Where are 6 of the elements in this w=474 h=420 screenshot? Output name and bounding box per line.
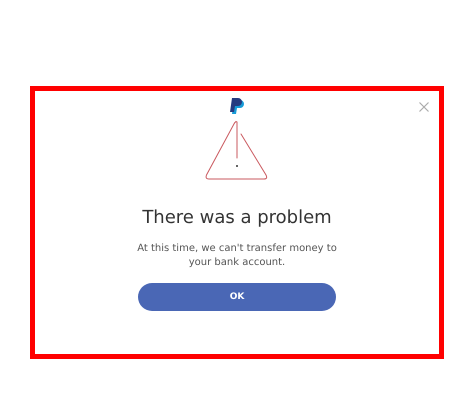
dialog-title: There was a problem — [142, 207, 332, 228]
warning-icon — [205, 120, 269, 182]
logo-icon — [229, 97, 245, 115]
dialog-message: At this time, we can't transfer money to your bank account. — [136, 242, 338, 270]
close-icon[interactable] — [419, 102, 429, 112]
ok-button[interactable]: OK — [138, 283, 336, 311]
